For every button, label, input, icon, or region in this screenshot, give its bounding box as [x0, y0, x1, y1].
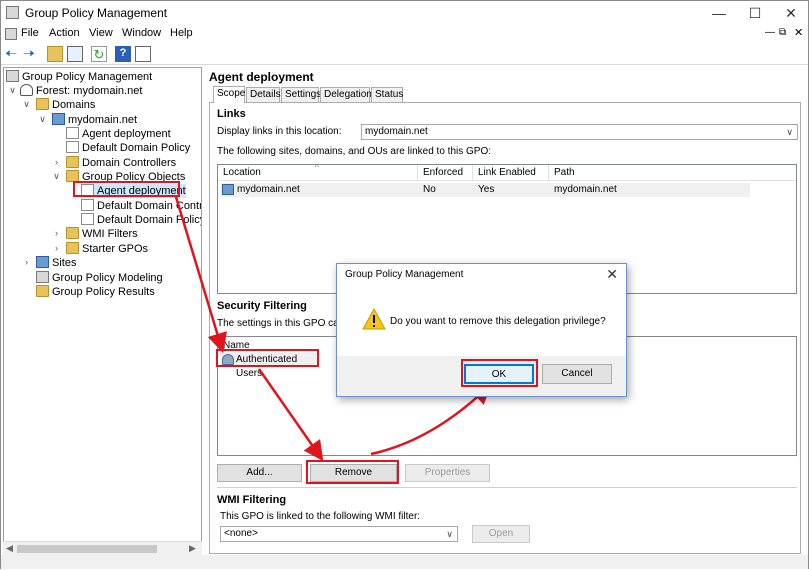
dialog-title-bar: Group Policy Management ✕ — [337, 264, 626, 286]
cancel-button[interactable]: Cancel — [542, 364, 612, 384]
status-bar — [1, 555, 808, 569]
main-window: Group Policy Management — ☐ ✕ File Actio… — [0, 0, 809, 569]
arrow-gpo-to-users — [174, 196, 227, 354]
warning-icon — [362, 308, 386, 330]
highlight-box-ok — [461, 359, 538, 387]
arrow-users-to-remove — [257, 368, 324, 462]
dialog-close-icon[interactable]: ✕ — [606, 266, 618, 283]
dialog-title: Group Policy Management — [345, 269, 464, 280]
dialog-message: Do you want to remove this delegation pr… — [390, 316, 606, 327]
dialog-body: Do you want to remove this delegation pr… — [337, 286, 626, 356]
arrow-remove-to-ok — [370, 383, 492, 456]
